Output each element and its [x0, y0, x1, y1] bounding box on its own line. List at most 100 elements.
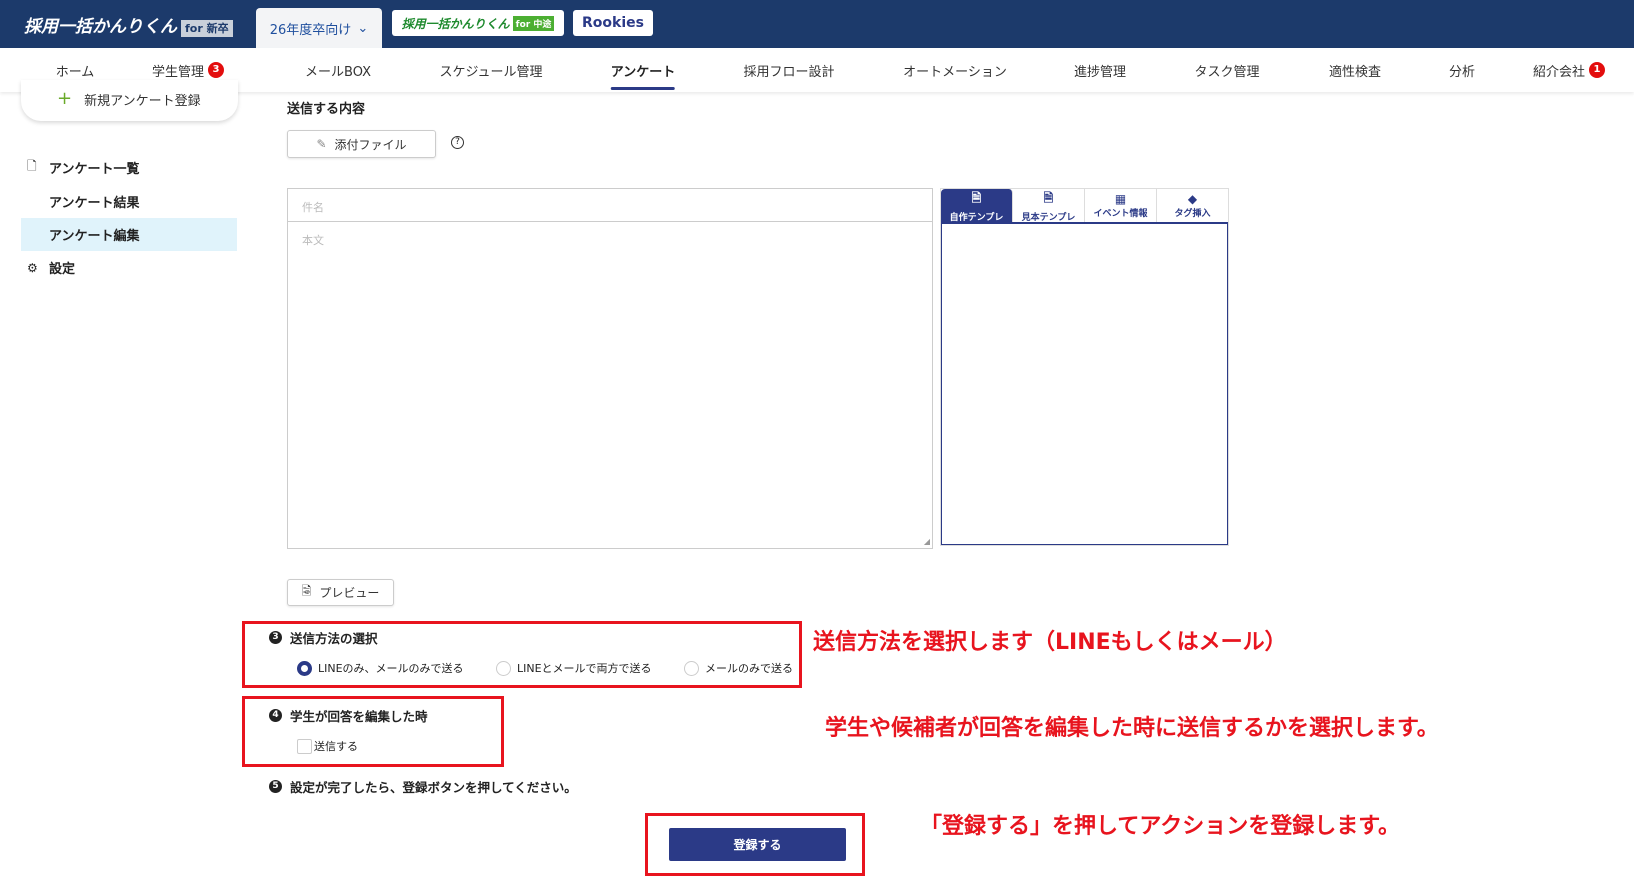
year-select[interactable]: 26年度卒向け ⌄	[256, 8, 382, 48]
chuto-logo-text: 採用一括かんりくん	[401, 16, 510, 31]
annotation-send-method: 送信方法を選択します（LINEもしくはメール）	[813, 630, 1287, 655]
nav-tab-label: オートメーション	[903, 64, 1007, 80]
radio-label: LINEのみ、メールのみで送る	[318, 662, 464, 675]
template-icon: 🗎	[971, 190, 982, 205]
year-select-value: 26年度卒向け	[269, 22, 352, 38]
nav-tab-label: 学生管理	[151, 64, 205, 80]
template-list	[941, 224, 1228, 545]
nav-tab[interactable]: タスク管理	[1194, 48, 1259, 92]
radio-mail-only[interactable]: メールのみで送る	[684, 660, 793, 676]
count-badge: 3	[208, 62, 225, 78]
step-title-text: 学生が回答を編集した時	[290, 709, 428, 724]
main-nav: ホーム 学生管理 3 メールBOX スケジュール管理 アンケート 採用フロー設計 オートメーシ…	[0, 48, 1634, 92]
sidebar-item-settings[interactable]: ⚙ 設定	[21, 251, 237, 284]
annotation-submit: 「登録する」を押してアクションを登録します。	[920, 814, 1401, 839]
sidebar-item-survey-list[interactable]: 🗋 アンケート一覧	[21, 151, 237, 184]
sidebar-item-survey-results[interactable]: アンケート結果	[21, 185, 237, 218]
paperclip-icon: ✎	[316, 137, 327, 151]
checkbox-box	[297, 738, 312, 754]
section-title: 送信する内容	[287, 102, 366, 117]
logo-for: for 新卒	[181, 20, 233, 37]
template-panel: 🗎 自作テンプレ 🗎 見本テンプレ ▦ イベント情報 ◆ タグ挿入	[940, 188, 1229, 546]
body-textarea[interactable]: 本文	[288, 222, 932, 258]
step-number: 3	[269, 631, 282, 644]
tab-event-info[interactable]: ▦ イベント情報	[1085, 189, 1157, 222]
nav-tab[interactable]: メールBOX	[305, 48, 371, 92]
nav-tab-label: 進捗管理	[1073, 64, 1127, 80]
tab-tag-insert[interactable]: ◆ タグ挿入	[1157, 189, 1228, 222]
tab-label: イベント情報	[1093, 209, 1148, 219]
calendar-icon: ▦	[1114, 192, 1127, 206]
sidebar-item-label: アンケート結果	[49, 196, 140, 211]
plus-icon: +	[57, 88, 73, 109]
chuto-link[interactable]: 採用一括かんりくん for 中途	[392, 10, 564, 36]
tab-custom-template[interactable]: 🗎 自作テンプレ	[941, 189, 1013, 223]
radio-label: LINEとメールで両方で送る	[517, 662, 652, 675]
step-title-text: 設定が完了したら、登録ボタンを押してください。	[290, 780, 577, 795]
template-icon: 🗎	[1043, 190, 1054, 205]
nav-tab[interactable]: 紹介会社 1	[1532, 48, 1606, 92]
sidebar-item-label: アンケート編集	[49, 229, 140, 244]
radio-unchecked-icon	[496, 660, 511, 676]
sidebar-item-label: アンケート一覧	[49, 162, 140, 177]
chuto-for: for 中途	[512, 15, 555, 31]
top-header: 採用一括かんりくん for 新卒 26年度卒向け ⌄ 採用一括かんりくん for 中途…	[0, 0, 1634, 48]
sidebar-item-survey-edit[interactable]: アンケート編集	[21, 218, 237, 251]
radio-unchecked-icon	[684, 660, 699, 676]
rookies-link[interactable]: Rookies	[573, 10, 653, 36]
step3-title: 3 送信方法の選択	[269, 628, 378, 647]
annotation-edit-notify: 学生や候補者が回答を編集した時に送信するかを選択します。	[825, 716, 1439, 741]
tab-label: 見本テンプレ	[1021, 212, 1076, 223]
nav-tab[interactable]: 進捗管理	[1074, 48, 1126, 92]
nav-tab-label: ホーム	[55, 64, 95, 80]
radio-line-and-mail[interactable]: LINEとメールで両方で送る	[496, 660, 652, 676]
nav-tab[interactable]: スケジュール管理	[439, 48, 542, 92]
new-survey-label: 新規アンケート登録	[84, 94, 201, 109]
submit-button[interactable]: 登録する	[669, 828, 846, 861]
nav-tab[interactable]: 分析	[1449, 48, 1475, 92]
tab-sample-template[interactable]: 🗎 見本テンプレ	[1013, 189, 1085, 223]
help-icon[interactable]: ?	[451, 136, 464, 149]
gear-icon: ⚙	[27, 260, 38, 275]
step-number: 4	[269, 709, 282, 722]
nav-tab[interactable]: 採用フロー設計	[743, 48, 834, 92]
preview-icon: 🗟	[301, 584, 312, 598]
nav-tab-label: 紹介会社	[1532, 64, 1586, 80]
preview-label: プレビュー	[319, 586, 380, 600]
send-on-edit-checkbox[interactable]: 送信する	[297, 738, 358, 754]
nav-tab-label: 採用フロー設計	[743, 64, 835, 80]
attach-file-button[interactable]: ✎ 添付ファイル	[287, 130, 436, 158]
checkbox-label: 送信する	[314, 740, 358, 753]
step4-title: 4 学生が回答を編集した時	[269, 706, 428, 725]
tag-icon: ◆	[1187, 192, 1198, 206]
step-title-text: 送信方法の選択	[290, 631, 378, 646]
radio-label: メールのみで送る	[705, 662, 793, 675]
nav-tab[interactable]: オートメーション	[903, 48, 1007, 92]
nav-tab-label: タスク管理	[1194, 64, 1260, 80]
document-icon: 🗋	[27, 159, 37, 173]
resize-handle-icon[interactable]: ◢	[924, 537, 930, 546]
nav-tab-label: スケジュール管理	[439, 64, 543, 80]
nav-tab[interactable]: アンケート	[610, 48, 676, 92]
new-survey-button[interactable]: + 新規アンケート登録	[21, 80, 238, 121]
subject-input[interactable]: 件名	[288, 189, 932, 222]
preview-button[interactable]: 🗟 プレビュー	[287, 579, 394, 606]
message-editor: 件名 本文 ◢	[287, 188, 933, 549]
app-logo[interactable]: 採用一括かんりくん for 新卒	[24, 12, 233, 37]
step5-text: 5 設定が完了したら、登録ボタンを押してください。	[269, 777, 577, 796]
nav-tab-label: 適性検査	[1328, 64, 1382, 80]
nav-tab-label: 分析	[1448, 64, 1476, 80]
step-number: 5	[269, 780, 282, 793]
logo-text: 採用一括かんりくん	[24, 17, 177, 37]
attach-label: 添付ファイル	[334, 137, 407, 152]
sidebar-item-label: 設定	[49, 262, 76, 277]
nav-tab[interactable]: 適性検査	[1329, 48, 1381, 92]
tab-label: タグ挿入	[1174, 209, 1211, 219]
nav-tab-label: アンケート	[610, 64, 676, 80]
count-badge: 1	[1589, 62, 1606, 78]
radio-line-or-mail[interactable]: LINEのみ、メールのみで送る	[297, 660, 464, 676]
nav-tab-label: メールBOX	[305, 64, 371, 80]
chevron-down-icon: ⌄	[357, 20, 369, 36]
tab-label: 自作テンプレ	[949, 212, 1004, 223]
radio-checked-icon	[297, 660, 312, 676]
